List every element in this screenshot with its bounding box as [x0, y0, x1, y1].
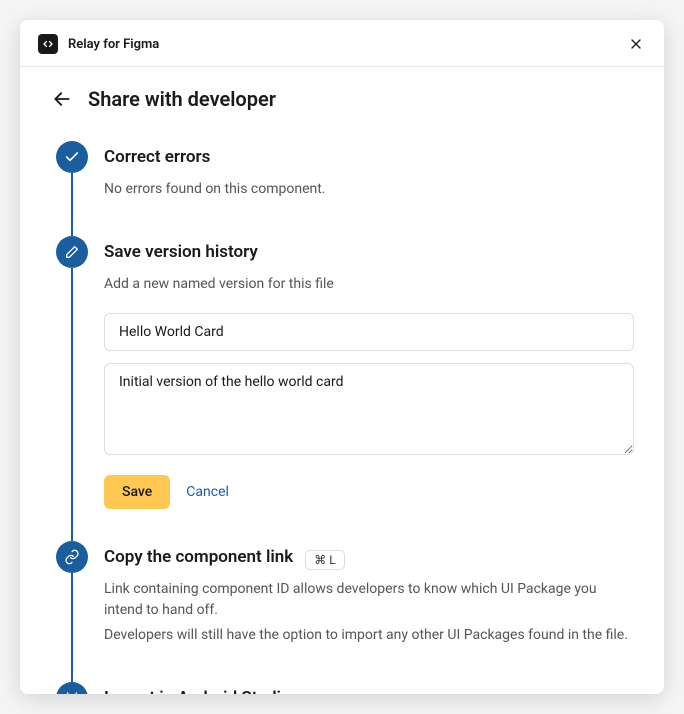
plugin-window: Relay for Figma Share with developer — [20, 20, 664, 694]
step-title: Import in Android Studio — [104, 682, 634, 694]
step-description: Developers will still have the option to… — [104, 625, 634, 646]
step-connector — [71, 573, 73, 686]
version-desc-input[interactable]: Initial version of the hello world card — [104, 363, 634, 455]
cancel-button[interactable]: Cancel — [186, 484, 229, 500]
step-description: Link containing component ID allows deve… — [104, 579, 634, 621]
version-name-input[interactable] — [104, 313, 634, 351]
step-connector — [71, 173, 73, 240]
pencil-icon — [56, 236, 88, 268]
step-connector — [71, 268, 73, 545]
app-icon — [38, 34, 58, 54]
steps-list: Correct errors No errors found on this c… — [50, 141, 634, 694]
back-button[interactable] — [50, 87, 74, 111]
content-scroll[interactable]: Share with developer Correct errors No e… — [20, 67, 664, 694]
check-icon — [56, 141, 88, 173]
version-form: Initial version of the hello world card … — [104, 313, 634, 509]
app-name: Relay for Figma — [68, 37, 159, 52]
titlebar-left: Relay for Figma — [38, 34, 159, 54]
page-title: Share with developer — [88, 87, 276, 111]
close-button[interactable] — [626, 34, 646, 54]
android-icon — [56, 682, 88, 694]
keyboard-shortcut: ⌘ L — [305, 550, 344, 570]
step-import-android: Import in Android Studio Share this link… — [56, 682, 634, 694]
header-row: Share with developer — [50, 87, 634, 111]
button-row: Save Cancel — [104, 475, 634, 509]
step-description: No errors found on this component. — [104, 179, 634, 200]
step-title: Save version history — [104, 236, 634, 268]
step-copy-link: Copy the component link ⌘ L Link contain… — [56, 541, 634, 682]
step-title-row: Copy the component link ⌘ L — [104, 541, 634, 579]
step-correct-errors: Correct errors No errors found on this c… — [56, 141, 634, 236]
step-title: Copy the component link — [104, 541, 293, 573]
step-save-version: Save version history Add a new named ver… — [56, 236, 634, 541]
save-button[interactable]: Save — [104, 475, 170, 509]
link-icon — [56, 541, 88, 573]
titlebar: Relay for Figma — [20, 20, 664, 67]
step-title: Correct errors — [104, 141, 634, 173]
step-description: Add a new named version for this file — [104, 274, 634, 295]
content: Share with developer Correct errors No e… — [20, 67, 664, 694]
